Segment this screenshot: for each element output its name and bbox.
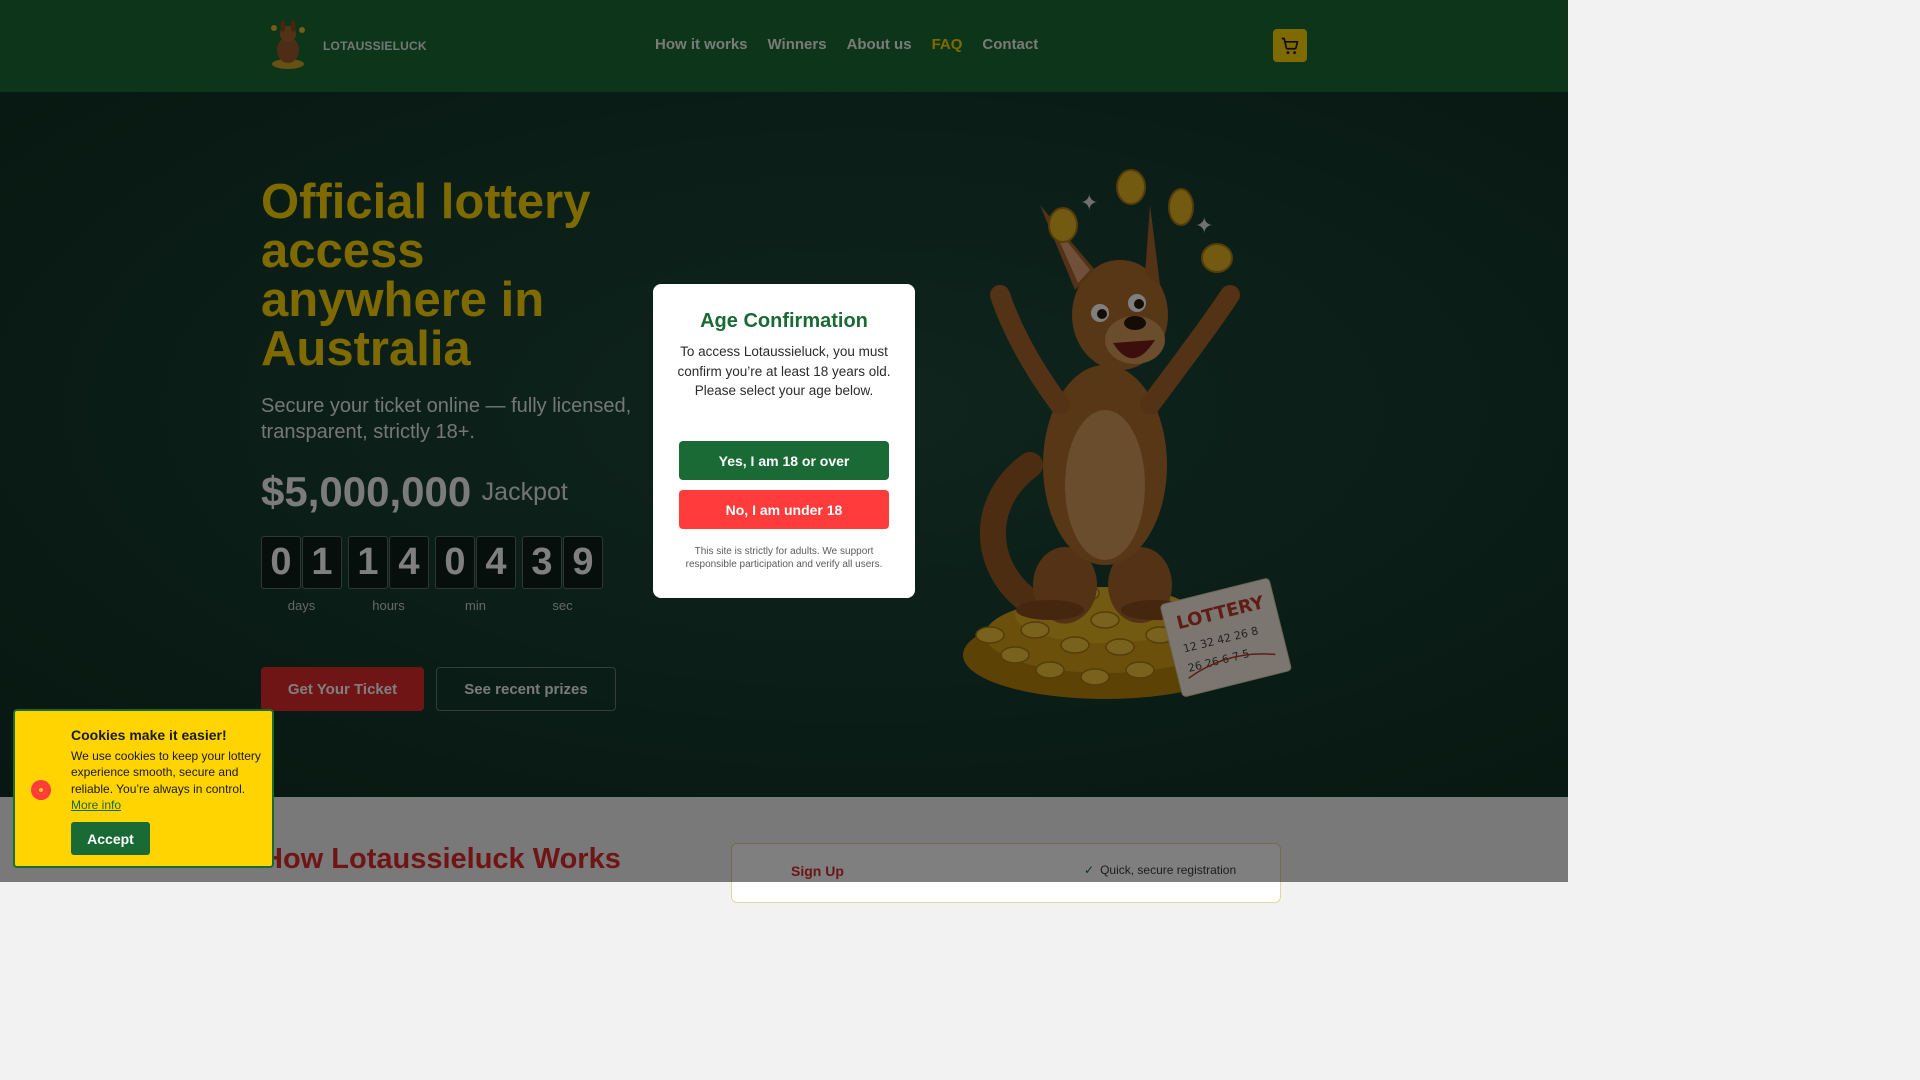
age-confirmation-modal: Age Confirmation To access Lotaussieluck… <box>653 284 915 598</box>
modal-disclaimer: This site is strictly for adults. We sup… <box>685 546 883 570</box>
cookie-icon <box>31 780 51 800</box>
modal-instruction: Please select your age below. <box>694 383 874 398</box>
cookie-title: Cookies make it easier! <box>71 727 227 743</box>
confirm-age-no-button[interactable]: No, I am under 18 <box>679 490 889 529</box>
cookie-description: We use cookies to keep your lottery expe… <box>71 749 261 796</box>
cookie-text: We use cookies to keep your lottery expe… <box>71 748 261 814</box>
confirm-age-yes-button[interactable]: Yes, I am 18 or over <box>679 441 889 480</box>
modal-title: Age Confirmation <box>700 310 868 332</box>
cookie-banner: Cookies make it easier! We use cookies t… <box>13 709 274 868</box>
modal-text: To access Lotaussieluck, you must confir… <box>677 344 891 379</box>
cookie-accept-button[interactable]: Accept <box>71 822 150 855</box>
cookie-more-info-link[interactable]: More info <box>71 798 121 812</box>
